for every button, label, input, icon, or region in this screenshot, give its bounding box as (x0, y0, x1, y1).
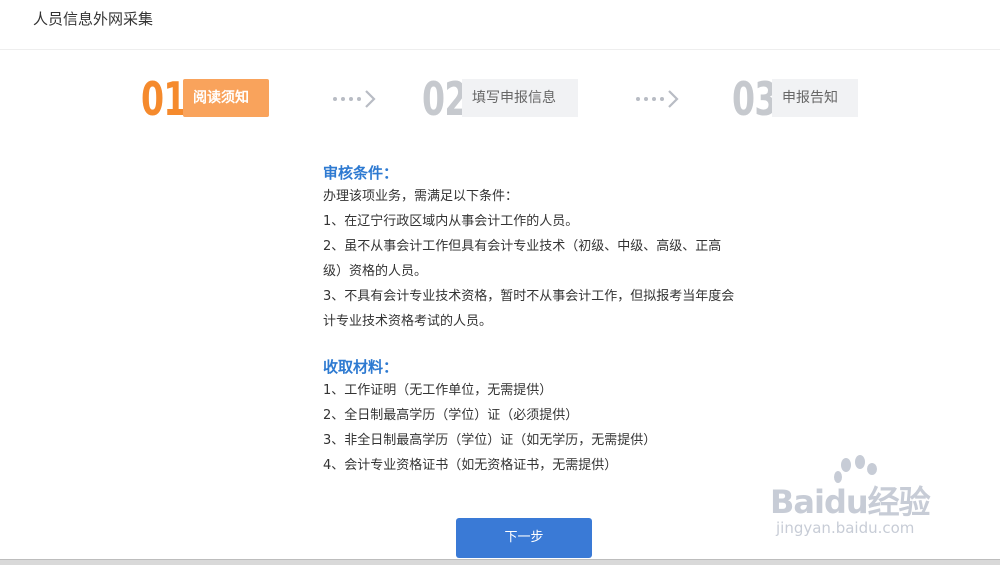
conditions-line: 2、虽不从事会计工作但具有会计专业技术（初级、中级、高级、正高 (323, 239, 722, 254)
materials-title: 收取材料： (323, 358, 399, 376)
conditions-line: 计专业技术资格考试的人员。 (323, 314, 493, 329)
materials-line: 3、非全日制最高学历（学位）证（如无学历，无需提供） (323, 433, 657, 448)
materials-line: 1、工作证明（无工作单位，无需提供） (323, 383, 553, 398)
step-2-number: 02 (422, 72, 467, 126)
bottom-bar (0, 559, 1000, 565)
step-3-number: 03 (732, 72, 777, 126)
arrow-right-icon (636, 90, 679, 108)
notice-content: 审核条件： 办理该项业务，需满足以下条件： 1、在辽宁行政区域内从事会计工作的人… (323, 162, 743, 478)
conditions-line: 级）资格的人员。 (323, 264, 428, 279)
conditions-line: 1、在辽宁行政区域内从事会计工作的人员。 (323, 214, 579, 229)
materials-line: 2、全日制最高学历（学位）证（必须提供） (323, 408, 579, 423)
watermark-logo: Baidu经验 jingyan.baidu.com (758, 455, 958, 545)
conditions-line: 3、不具有会计专业技术资格，暂时不从事会计工作，但拟报考当年度会 (323, 289, 735, 304)
step-1-number: 01 (141, 72, 186, 126)
step-1-label: 阅读须知 (183, 79, 269, 117)
materials-line: 4、会计专业资格证书（如无资格证书，无需提供） (323, 458, 618, 473)
page-title: 人员信息外网采集 (33, 10, 154, 28)
conditions-line: 办理该项业务，需满足以下条件： (323, 189, 519, 204)
next-step-button[interactable]: 下一步 (456, 518, 592, 558)
watermark-brand: Baidu经验 (770, 483, 931, 521)
step-2-label: 填写申报信息 (462, 79, 578, 117)
conditions-title: 审核条件： (323, 164, 399, 182)
arrow-right-icon (333, 90, 376, 108)
page-header: 人员信息外网采集 (0, 0, 1000, 50)
step-3-label: 申报告知 (772, 79, 858, 117)
watermark-url: jingyan.baidu.com (776, 519, 915, 537)
step-indicator: 01 阅读须知 02 填写申报信息 03 申报告知 (0, 74, 1000, 124)
